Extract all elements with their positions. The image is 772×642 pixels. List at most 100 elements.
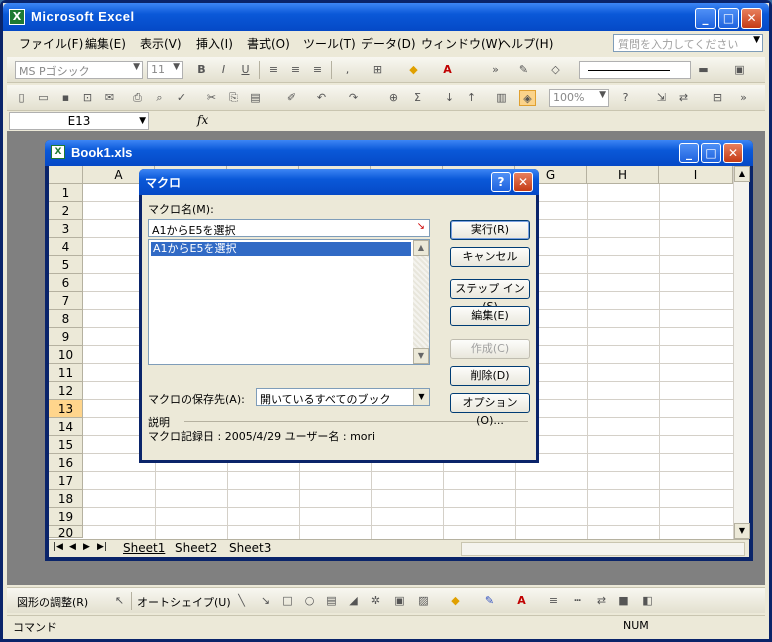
research-icon[interactable]: ⇲	[653, 90, 670, 106]
row-header[interactable]: 3	[49, 220, 83, 238]
rectangle-icon[interactable]: □	[279, 593, 296, 609]
options-button[interactable]: オプション(O)...	[450, 393, 530, 427]
bold-button[interactable]: B	[193, 62, 210, 78]
prev-sheet-icon[interactable]: ◀	[69, 542, 76, 552]
print-icon[interactable]: ⎙	[129, 90, 146, 106]
comma-style-icon[interactable]: ,	[339, 62, 356, 78]
align-left-icon[interactable]: ≡	[265, 62, 282, 78]
arrow-icon[interactable]: ↘	[257, 593, 274, 609]
compare-icon[interactable]: ⇄	[675, 90, 692, 106]
underline-button[interactable]: U	[237, 62, 254, 78]
collapse-dialog-icon[interactable]: ↘	[417, 221, 425, 232]
excel-app-icon[interactable]: X	[9, 9, 25, 25]
dialog-help-button[interactable]: ?	[491, 172, 511, 192]
print-preview-icon[interactable]: ⌕	[151, 90, 168, 106]
drawing-icon[interactable]: ◈	[519, 90, 536, 106]
scroll-up-icon[interactable]: ▲	[413, 240, 429, 256]
store-location-select[interactable]: 開いているすべてのブック ▼	[256, 388, 430, 406]
menu-data[interactable]: データ(D)	[361, 35, 416, 52]
run-button[interactable]: 実行(R)	[450, 220, 530, 240]
align-right-icon[interactable]: ≡	[309, 62, 326, 78]
menu-edit[interactable]: 編集(E)	[85, 35, 126, 52]
scroll-down-icon[interactable]: ▼	[734, 523, 750, 539]
row-header[interactable]: 12	[49, 382, 83, 400]
chevron-down-icon[interactable]: ▼	[753, 35, 760, 45]
oval-icon[interactable]: ○	[301, 593, 318, 609]
arrow-style-icon[interactable]: ⇄	[593, 593, 610, 609]
font-color-icon[interactable]: A	[439, 62, 456, 78]
sort-ascending-icon[interactable]: ↓	[441, 90, 458, 106]
next-sheet-icon[interactable]: ▶	[83, 542, 90, 552]
row-header[interactable]: 6	[49, 274, 83, 292]
row-header[interactable]: 19	[49, 508, 83, 526]
align-center-icon[interactable]: ≡	[287, 62, 304, 78]
row-header[interactable]: 10	[49, 346, 83, 364]
row-header[interactable]: 2	[49, 202, 83, 220]
row-header[interactable]: 11	[49, 364, 83, 382]
line-style-combo[interactable]	[579, 61, 691, 79]
font-name-combo[interactable]: MS Pゴシック ▼	[15, 61, 143, 79]
merge-cells-icon[interactable]: ⊟	[709, 90, 726, 106]
toolbar-options-icon[interactable]: »	[487, 62, 504, 78]
open-folder-icon[interactable]: ▭	[35, 90, 52, 106]
column-header[interactable]: H	[587, 166, 659, 184]
menu-insert[interactable]: 挿入(I)	[196, 35, 233, 52]
vertical-scrollbar[interactable]: ▲ ▼	[733, 166, 750, 539]
row-header[interactable]: 16	[49, 454, 83, 472]
help-icon[interactable]: ?	[617, 90, 634, 106]
line-color-icon[interactable]: ✎	[481, 593, 498, 609]
scroll-up-icon[interactable]: ▲	[734, 166, 750, 182]
workbook-maximize-button[interactable]: □	[701, 143, 721, 163]
menu-file[interactable]: ファイル(F)	[19, 35, 83, 52]
menu-help[interactable]: ヘルプ(H)	[499, 35, 553, 52]
horizontal-scrollbar[interactable]	[461, 542, 745, 556]
paste-icon[interactable]: ▤	[247, 90, 264, 106]
scroll-down-icon[interactable]: ▼	[413, 348, 429, 364]
macro-name-input[interactable]: A1からE5を選択 ↘	[148, 219, 430, 237]
line-color-icon[interactable]: ▬	[695, 62, 712, 78]
menu-format[interactable]: 書式(O)	[247, 35, 290, 52]
fill-color-icon[interactable]: ◆	[405, 62, 422, 78]
font-size-combo[interactable]: 11 ▼	[147, 61, 183, 79]
save-icon[interactable]: ▪	[57, 90, 74, 106]
cancel-button[interactable]: キャンセル	[450, 247, 530, 267]
undo-icon[interactable]: ↶	[313, 90, 330, 106]
cut-icon[interactable]: ✂	[203, 90, 220, 106]
macro-list[interactable]: A1からE5を選択 ▲ ▼	[148, 239, 430, 365]
workbook-close-button[interactable]: ✕	[723, 143, 743, 163]
row-header[interactable]: 7	[49, 292, 83, 310]
spelling-icon[interactable]: ✓	[173, 90, 190, 106]
autoshape-menu-button[interactable]: オートシェイプ(U)	[137, 594, 231, 610]
new-file-icon[interactable]: ▯	[13, 90, 30, 106]
chevron-down-icon[interactable]: ▼	[139, 113, 146, 129]
3d-style-icon[interactable]: ◧	[639, 593, 656, 609]
sheet-tab-sheet1[interactable]: Sheet1	[123, 541, 165, 555]
row-header[interactable]: 20	[49, 526, 83, 538]
name-box[interactable]: E13 ▼	[9, 112, 149, 130]
hyperlink-icon[interactable]: ⊕	[385, 90, 402, 106]
select-objects-icon[interactable]: ↖	[111, 593, 128, 609]
clipart-icon[interactable]: ▣	[391, 593, 408, 609]
font-color-icon[interactable]: A	[513, 593, 530, 609]
copy-icon[interactable]: ⎘	[225, 90, 242, 106]
delete-button[interactable]: 削除(D)	[450, 366, 530, 386]
sheet-tab-sheet2[interactable]: Sheet2	[175, 541, 217, 555]
list-item[interactable]: A1からE5を選択	[151, 242, 411, 256]
toolbar-options-icon[interactable]: »	[735, 90, 752, 106]
menu-tools[interactable]: ツール(T)	[303, 35, 356, 52]
autosum-icon[interactable]: Σ	[409, 90, 426, 106]
sort-descending-icon[interactable]: ↑	[463, 90, 480, 106]
row-header[interactable]: 4	[49, 238, 83, 256]
menu-view[interactable]: 表示(V)	[140, 35, 182, 52]
row-header[interactable]: 17	[49, 472, 83, 490]
row-header[interactable]: 14	[49, 418, 83, 436]
zoom-combo[interactable]: 100% ▼	[549, 89, 609, 107]
select-all-corner[interactable]	[49, 166, 83, 184]
fill-color-icon[interactable]: ◆	[447, 593, 464, 609]
help-search-input[interactable]: 質問を入力してください ▼	[613, 34, 763, 52]
row-header-selected[interactable]: 13	[49, 400, 83, 418]
row-header[interactable]: 1	[49, 184, 83, 202]
dialog-close-button[interactable]: ✕	[513, 172, 533, 192]
pen-icon[interactable]: ✎	[515, 62, 532, 78]
minimize-button[interactable]: _	[695, 8, 716, 29]
